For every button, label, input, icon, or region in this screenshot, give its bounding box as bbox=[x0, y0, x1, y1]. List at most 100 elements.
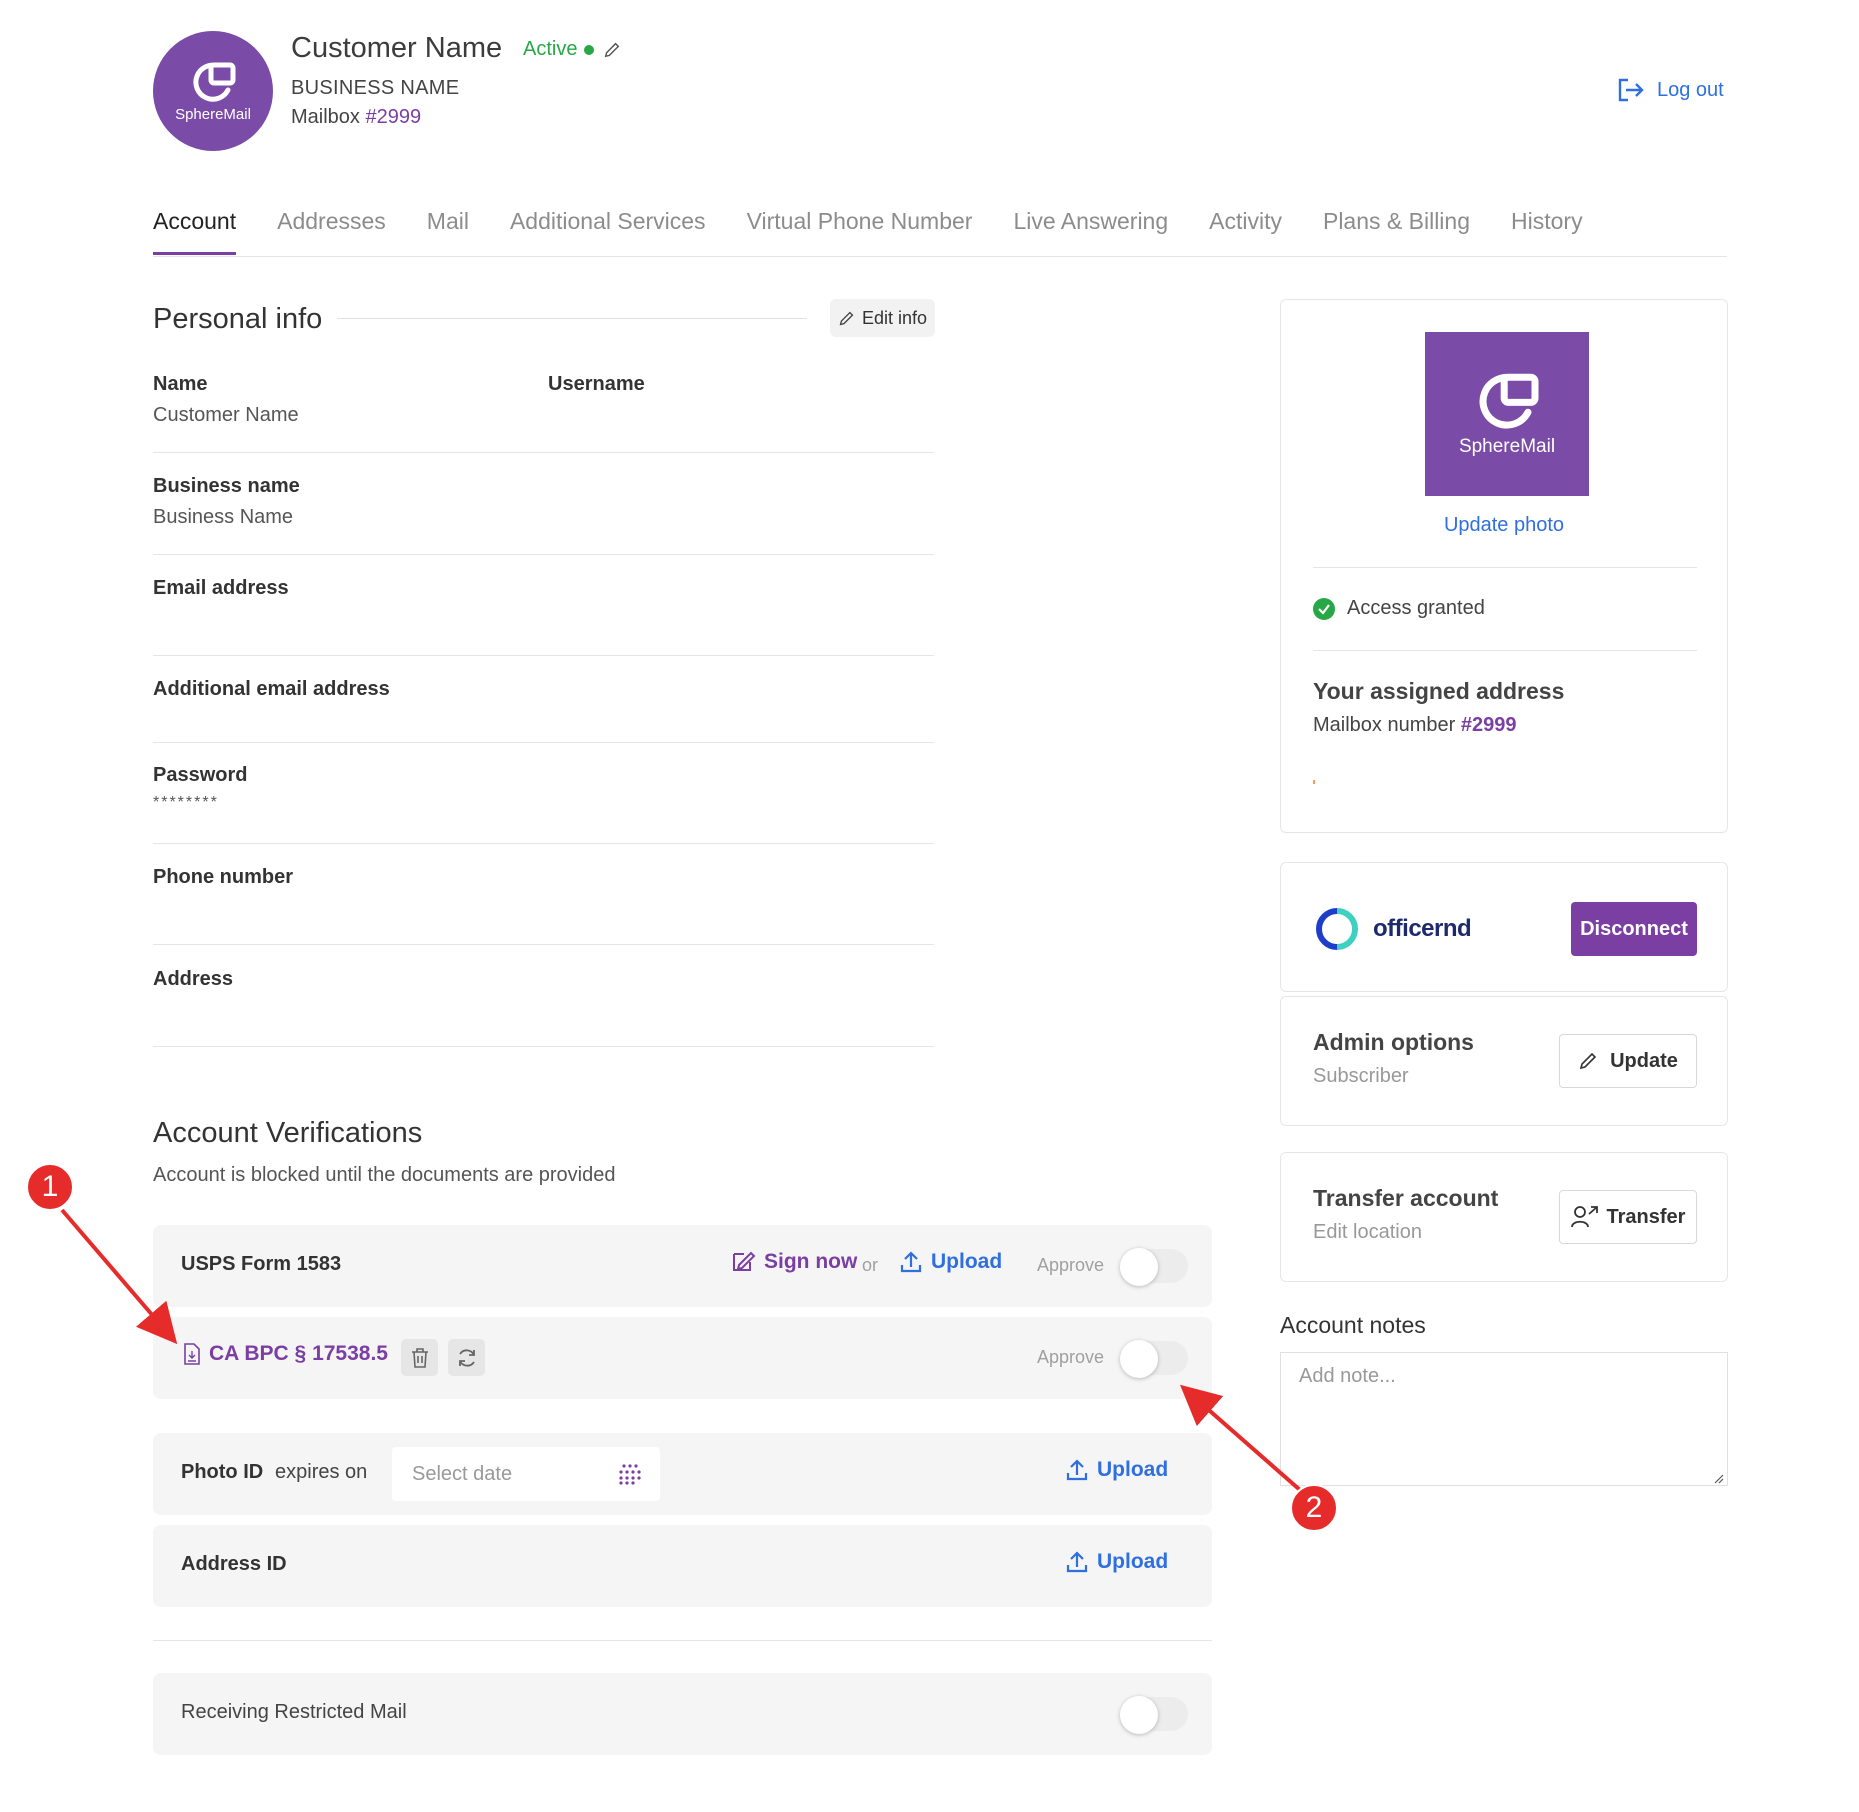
tab-history[interactable]: History bbox=[1511, 208, 1583, 255]
update-button[interactable]: Update bbox=[1559, 1034, 1697, 1088]
divider bbox=[153, 843, 934, 844]
tab-bar: Account Addresses Mail Additional Servic… bbox=[153, 208, 1727, 257]
update-photo-link[interactable]: Update photo bbox=[1281, 514, 1727, 537]
business-name-label: Business name bbox=[153, 475, 300, 497]
address-id-upload-link[interactable]: Upload bbox=[1065, 1550, 1168, 1574]
admin-options-title: Admin options bbox=[1313, 1029, 1474, 1055]
refresh-icon bbox=[458, 1348, 475, 1367]
tab-plans-billing[interactable]: Plans & Billing bbox=[1323, 208, 1470, 255]
toggle-knob bbox=[1120, 1248, 1158, 1286]
trash-icon bbox=[411, 1347, 428, 1368]
logout-link[interactable]: Log out bbox=[1617, 77, 1724, 103]
tab-mail[interactable]: Mail bbox=[427, 208, 469, 255]
usps-form-row: USPS Form 1583 Sign now or Upload Approv… bbox=[153, 1225, 1212, 1307]
mailbox-label: Mailbox bbox=[291, 106, 360, 128]
disconnect-button[interactable]: Disconnect bbox=[1571, 902, 1697, 956]
transfer-label: Transfer bbox=[1606, 1205, 1686, 1228]
pencil-icon[interactable] bbox=[603, 41, 621, 59]
section-divider bbox=[337, 318, 807, 319]
logout-label: Log out bbox=[1657, 78, 1724, 101]
divider bbox=[1313, 567, 1697, 568]
officernd-logo-text: officernd bbox=[1373, 915, 1472, 942]
expires-on-text: expires on bbox=[275, 1461, 368, 1483]
photo-id-upload-link[interactable]: Upload bbox=[1065, 1458, 1168, 1482]
password-label: Password bbox=[153, 764, 248, 786]
tab-activity[interactable]: Activity bbox=[1209, 208, 1282, 255]
assigned-address-title: Your assigned address bbox=[1313, 678, 1565, 704]
toggle-knob bbox=[1120, 1340, 1158, 1378]
address-label: Address bbox=[153, 968, 234, 990]
profile-brand-text: SphereMail bbox=[1458, 436, 1556, 457]
transfer-account-card: Transfer account Edit location Transfer bbox=[1280, 1152, 1728, 1282]
restricted-mail-row: Receiving Restricted Mail bbox=[153, 1673, 1212, 1755]
admin-options-card: Admin options Subscriber Update bbox=[1280, 996, 1728, 1126]
spheremail-logo-icon bbox=[193, 62, 236, 102]
transfer-button[interactable]: Transfer bbox=[1559, 1190, 1697, 1244]
usps-approve-toggle[interactable] bbox=[1120, 1248, 1188, 1286]
pencil-icon bbox=[839, 311, 854, 325]
tab-live-answering[interactable]: Live Answering bbox=[1013, 208, 1168, 255]
name-value: Customer Name bbox=[153, 404, 299, 426]
divider bbox=[1313, 650, 1697, 651]
document-icon bbox=[184, 1343, 200, 1365]
address-id-row: Address ID Upload bbox=[153, 1525, 1212, 1607]
upload-icon bbox=[900, 1251, 922, 1273]
sign-now-link[interactable]: Sign now bbox=[730, 1250, 857, 1274]
restricted-mail-toggle[interactable] bbox=[1120, 1696, 1188, 1734]
toggle-knob bbox=[1120, 1696, 1158, 1734]
divider bbox=[153, 452, 934, 453]
upload-label: Upload bbox=[931, 1250, 1003, 1273]
user-transfer-icon bbox=[1570, 1206, 1598, 1228]
or-text: or bbox=[862, 1255, 879, 1275]
access-granted-status: Access granted bbox=[1313, 597, 1485, 620]
replace-button[interactable] bbox=[448, 1339, 485, 1376]
photo-id-row: Photo ID expires on Select date Upload bbox=[153, 1433, 1212, 1515]
status-dot-icon bbox=[584, 44, 595, 55]
usps-upload-link[interactable]: Upload bbox=[899, 1250, 1002, 1274]
logout-icon bbox=[1618, 78, 1644, 102]
check-circle-icon bbox=[1313, 597, 1335, 620]
officernd-card: officernd Disconnect bbox=[1280, 862, 1728, 992]
password-value: ******** bbox=[153, 794, 219, 811]
customer-name: Customer Name bbox=[291, 32, 503, 64]
pencil-icon bbox=[1579, 1052, 1597, 1070]
ca-bpc-approve-toggle[interactable] bbox=[1120, 1340, 1188, 1378]
update-label: Update bbox=[1610, 1049, 1678, 1072]
divider bbox=[153, 655, 934, 656]
transfer-account-title: Transfer account bbox=[1313, 1185, 1499, 1211]
account-notes-input[interactable] bbox=[1280, 1352, 1728, 1486]
tab-virtual-phone-number[interactable]: Virtual Phone Number bbox=[747, 208, 973, 255]
status-text: Active bbox=[523, 38, 578, 60]
ca-bpc-document-link[interactable]: CA BPC § 17538.5 bbox=[183, 1342, 388, 1366]
upload-icon bbox=[1066, 1459, 1088, 1481]
resize-handle-icon[interactable] bbox=[1714, 1474, 1724, 1484]
avatar: SphereMail bbox=[153, 31, 273, 151]
callout-1-badge: 1 bbox=[26, 1163, 74, 1211]
expiry-date-picker[interactable]: Select date bbox=[392, 1447, 660, 1501]
mailbox-label: Mailbox number bbox=[1313, 714, 1456, 736]
status-badge: Active bbox=[523, 38, 621, 61]
usps-form-label: USPS Form 1583 bbox=[181, 1253, 342, 1275]
spheremail-logo-icon bbox=[1479, 373, 1539, 429]
tab-account[interactable]: Account bbox=[153, 208, 237, 255]
username-label: Username bbox=[548, 373, 645, 395]
divider bbox=[153, 944, 934, 945]
business-name: BUSINESS NAME bbox=[291, 77, 460, 99]
verifications-title: Account Verifications bbox=[153, 1117, 423, 1149]
admin-options-subtitle: Subscriber bbox=[1313, 1065, 1409, 1087]
photo-id-label: Photo ID bbox=[181, 1461, 264, 1483]
edit-info-button[interactable]: Edit info bbox=[830, 299, 935, 337]
approve-label: Approve bbox=[1037, 1255, 1105, 1275]
mailbox-line: Mailbox #2999 bbox=[291, 106, 421, 129]
phone-label: Phone number bbox=[153, 866, 294, 888]
divider bbox=[153, 1640, 1212, 1641]
name-label: Name bbox=[153, 373, 208, 395]
upload-label: Upload bbox=[1097, 1458, 1169, 1481]
ca-bpc-label: CA BPC § 17538.5 bbox=[209, 1342, 388, 1365]
delete-button[interactable] bbox=[401, 1339, 438, 1376]
tab-additional-services[interactable]: Additional Services bbox=[510, 208, 706, 255]
tab-addresses[interactable]: Addresses bbox=[277, 208, 386, 255]
upload-icon bbox=[1066, 1551, 1088, 1573]
access-granted-text: Access granted bbox=[1347, 597, 1485, 619]
assigned-mailbox: Mailbox number #2999 bbox=[1313, 714, 1516, 737]
